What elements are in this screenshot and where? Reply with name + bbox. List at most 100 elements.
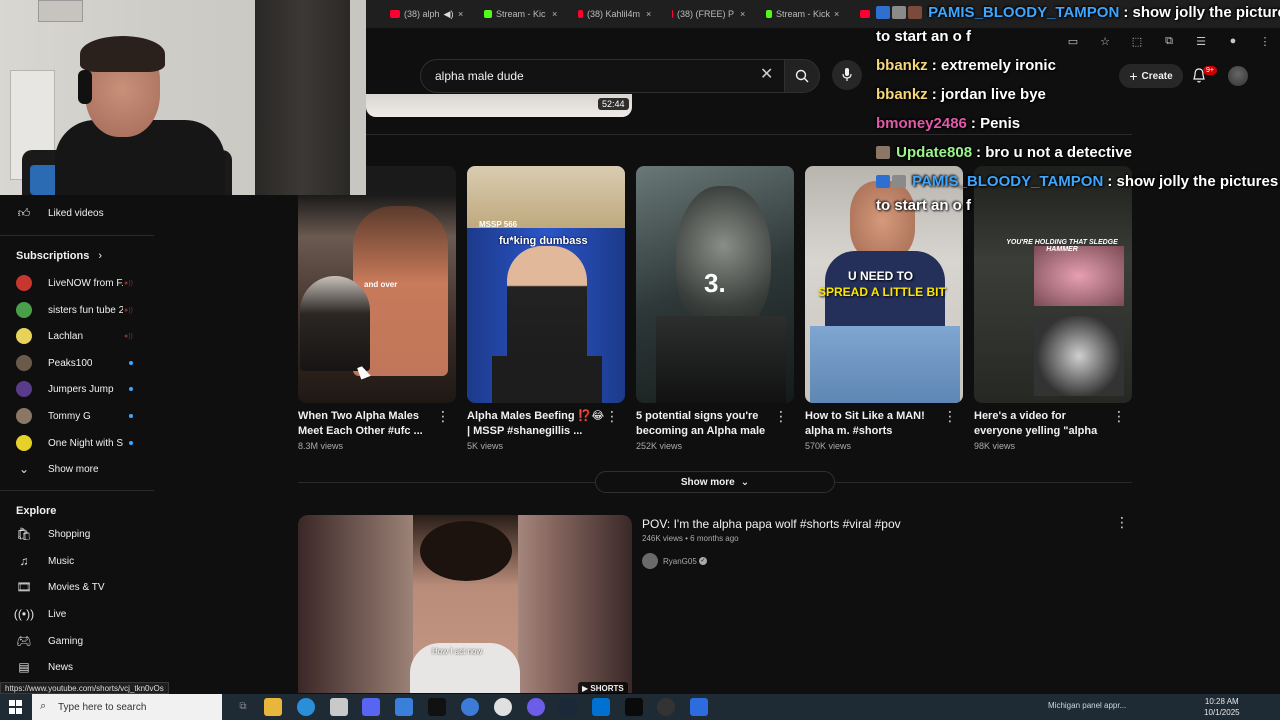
sidebar-item-subscription[interactable]: Lachlan ●)): [0, 323, 154, 349]
short-title[interactable]: How to Sit Like a MAN! alpha m. #shorts: [805, 409, 945, 439]
browser-tab[interactable]: Stream - Kic: [484, 6, 549, 22]
kick-icon: [766, 10, 772, 18]
app-icon[interactable]: [362, 698, 380, 716]
subscriptions-heading[interactable]: Subscriptions ›: [16, 250, 102, 262]
more-options-icon[interactable]: ⋮: [1112, 409, 1126, 423]
previous-result-thumbnail[interactable]: [366, 94, 632, 117]
more-options-icon[interactable]: ⋮: [774, 409, 788, 423]
chrome-icon[interactable]: [494, 698, 512, 716]
short-thumbnail[interactable]: 3.: [636, 166, 794, 403]
more-options-icon[interactable]: ⋮: [943, 409, 957, 423]
chat-message: bbankz: jordan live bye: [876, 86, 1046, 103]
app-icon[interactable]: [395, 698, 413, 716]
sidebar-item-movies-tv[interactable]: 🎞︎ Movies & TV: [0, 574, 154, 600]
app-icon[interactable]: [657, 698, 675, 716]
channel-avatar: [16, 355, 32, 371]
tab-close-icon[interactable]: ×: [834, 6, 839, 22]
live-indicator-icon: ●)): [124, 306, 133, 314]
short-overlay-text: U NEED TO: [848, 269, 914, 283]
taskbar-clock[interactable]: 10:28 AM 10/1/2025: [1204, 696, 1240, 718]
divider: [0, 235, 154, 236]
sidebar-item-shopping[interactable]: 🛍︎ Shopping: [0, 521, 154, 547]
short-title[interactable]: Here's a video for everyone yelling "alp…: [974, 409, 1114, 439]
short-card[interactable]: and over When Two Alpha Males Meet Each …: [298, 166, 456, 456]
result-thumbnail[interactable]: How I act now: [298, 515, 632, 693]
thumbnail-caption: How I act now: [432, 647, 483, 656]
file-explorer-icon[interactable]: [264, 698, 282, 716]
short-views: 570K views: [805, 441, 852, 451]
app-icon[interactable]: [592, 698, 610, 716]
shorts-icon: ▶: [582, 684, 589, 693]
sidebar-item-news[interactable]: ▤ News: [0, 654, 154, 680]
sidebar-item-gaming[interactable]: 🎮︎ Gaming: [0, 628, 154, 654]
channel-avatar[interactable]: [642, 553, 658, 569]
live-indicator-icon: ●)): [124, 279, 133, 287]
link-status-url: https://www.youtube.com/shorts/vcj_tkn0v…: [0, 682, 169, 694]
edge-browser-icon[interactable]: [297, 698, 315, 716]
tab-close-icon[interactable]: ×: [646, 6, 651, 22]
short-overlay-text: 3.: [704, 268, 726, 298]
app-icon[interactable]: [330, 698, 348, 716]
tab-close-icon[interactable]: ×: [458, 6, 463, 22]
news-icon: ▤: [18, 660, 30, 674]
windows-start-icon[interactable]: [9, 700, 23, 714]
steam-icon[interactable]: [559, 698, 577, 716]
short-views: 8.3M views: [298, 441, 344, 451]
result-title[interactable]: POV: I'm the alpha papa wolf #shorts #vi…: [642, 517, 901, 531]
browser-tab[interactable]: (38) (FREE) P: [672, 6, 734, 22]
app-icon[interactable]: [527, 698, 545, 716]
more-options-icon[interactable]: ⋮: [436, 409, 450, 423]
taskbar-search-input[interactable]: ⌕ Type here to search: [32, 694, 222, 720]
sidebar-item-subscription[interactable]: sisters fun tube 2 ●)): [0, 297, 154, 323]
more-options-icon[interactable]: ⋮: [1115, 514, 1129, 531]
more-options-icon[interactable]: ⋮: [605, 409, 619, 423]
short-card[interactable]: MSSP 566 fu*king dumbass Alpha Males Bee…: [467, 166, 625, 456]
sidebar-item-subscription[interactable]: LiveNOW from F... ●)): [0, 270, 154, 296]
sidebar-item-music[interactable]: ♫ Music: [0, 548, 154, 574]
chat-message: PAMIS_BLOODY_TAMPON: show jolly the pict…: [876, 173, 1278, 190]
speaker-icon[interactable]: ◀): [444, 9, 454, 20]
short-title[interactable]: 5 potential signs you're becoming an Alp…: [636, 409, 776, 439]
tab-close-icon[interactable]: ×: [552, 6, 557, 22]
chat-badge-icon: [892, 6, 906, 19]
sidebar-item-subscription[interactable]: One Night with S...: [0, 430, 154, 456]
chat-message-continuation: to start an o f: [876, 197, 972, 214]
short-title[interactable]: Alpha Males Beefing ⁉️😂 | MSSP #shanegil…: [467, 409, 607, 439]
sidebar-item-subscription[interactable]: Jumpers Jump: [0, 376, 154, 402]
terminal-icon[interactable]: [625, 698, 643, 716]
video-duration-badge: 52:44: [598, 98, 629, 110]
sidebar-item-liked-videos[interactable]: 👍︎ Liked videos: [0, 200, 154, 226]
chat-badge-icon: [876, 6, 890, 19]
task-view-icon[interactable]: ⧉: [234, 698, 252, 716]
channel-name[interactable]: RyanG05: [663, 557, 697, 566]
short-views: 5K views: [467, 441, 504, 451]
streamer-hair: [80, 36, 165, 72]
kick-icon: [484, 10, 492, 18]
youtube-icon: [578, 10, 583, 18]
app-icon[interactable]: [461, 698, 479, 716]
shelf-show-more-button[interactable]: Show more ⌄: [595, 471, 835, 493]
sidebar-item-subscription[interactable]: Peaks100: [0, 350, 154, 376]
short-thumbnail[interactable]: and over: [298, 166, 456, 403]
app-icon[interactable]: [428, 698, 446, 716]
search-input[interactable]: alpha male dude: [420, 59, 786, 93]
short-title[interactable]: When Two Alpha Males Meet Each Other #uf…: [298, 409, 438, 439]
tab-close-icon[interactable]: ×: [740, 6, 745, 22]
browser-tab[interactable]: Stream - Kick: [766, 6, 830, 22]
search-button[interactable]: [784, 59, 820, 93]
voice-search-button[interactable]: [832, 60, 862, 90]
sidebar-item-live[interactable]: ((•)) Live: [0, 601, 154, 627]
youtube-icon: [390, 10, 400, 18]
browser-tab[interactable]: (38) Kahlil4m: [578, 6, 640, 22]
short-thumbnail[interactable]: MSSP 566 fu*king dumbass: [467, 166, 625, 403]
sidebar-show-more[interactable]: ⌄ Show more: [0, 456, 154, 482]
short-card[interactable]: 3. 5 potential signs you're becoming an …: [636, 166, 794, 456]
new-content-dot: [129, 361, 133, 365]
shopping-bag-icon: 🛍︎: [16, 527, 32, 541]
app-icon[interactable]: [690, 698, 708, 716]
new-content-dot: [129, 387, 133, 391]
windows-taskbar: ⌕ Type here to search ⧉ Michigan panel a…: [0, 694, 1280, 720]
clear-search-icon[interactable]: ✕: [760, 67, 773, 83]
sidebar-item-subscription[interactable]: Tommy G: [0, 403, 154, 429]
news-widget[interactable]: Michigan panel appr...: [1048, 701, 1126, 710]
